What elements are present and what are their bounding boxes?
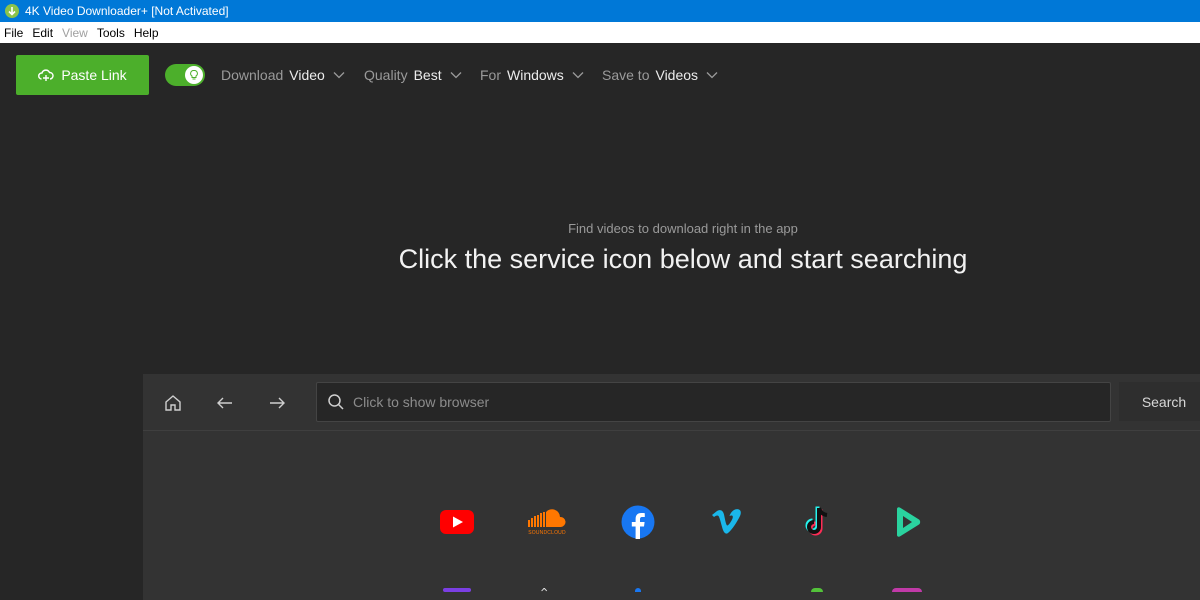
service-row2-item[interactable] (618, 588, 658, 600)
save-location-value: Videos (655, 67, 699, 83)
paste-link-button[interactable]: Paste Link (16, 55, 149, 95)
search-icon (327, 393, 345, 411)
service-icon-partial (892, 588, 922, 592)
chevron-down-icon (572, 72, 584, 79)
menu-file[interactable]: File (0, 26, 28, 40)
toolbar: Paste Link Download Video Quality Best F… (0, 43, 1200, 107)
soundcloud-wordmark: SOUNDCLOUD (528, 529, 566, 536)
download-type-dropdown[interactable]: Download Video (221, 65, 345, 85)
app-logo-icon (5, 4, 19, 18)
paste-link-label: Paste Link (61, 67, 127, 83)
quality-dropdown[interactable]: Quality Best (364, 65, 462, 85)
menu-view[interactable]: View (58, 26, 93, 40)
save-location-label: Save to (602, 67, 650, 83)
home-button[interactable] (161, 391, 185, 415)
tiktok-icon (805, 506, 828, 536)
browser-url-input[interactable]: Click to show browser (316, 382, 1111, 422)
download-type-value: Video (289, 67, 325, 83)
forward-button[interactable] (265, 391, 289, 415)
service-row2-item[interactable] (437, 588, 477, 600)
play-icon (897, 507, 921, 537)
search-button[interactable]: Search (1119, 382, 1200, 421)
soundcloud-icon (528, 508, 566, 527)
arrow-left-icon (217, 397, 232, 409)
back-button[interactable] (213, 391, 237, 415)
service-row2-item[interactable] (797, 588, 837, 600)
lightbulb-icon (190, 70, 198, 80)
service-row2-item[interactable]: ✕ (527, 588, 567, 600)
platform-value: Windows (507, 67, 564, 83)
menu-bar: File Edit View Tools Help (0, 22, 1200, 43)
quality-label: Quality (364, 67, 408, 83)
chevron-down-icon (333, 72, 345, 79)
service-youtube[interactable] (437, 502, 477, 542)
menu-edit[interactable]: Edit (28, 26, 58, 40)
service-tiktok[interactable] (797, 502, 837, 542)
arrow-right-icon (270, 397, 285, 409)
menu-help[interactable]: Help (130, 26, 164, 40)
chevron-down-icon (450, 72, 462, 79)
download-type-label: Download (221, 67, 284, 83)
platform-label: For (480, 67, 501, 83)
chevron-down-icon (706, 72, 718, 79)
platform-dropdown[interactable]: For Windows (480, 65, 584, 85)
youtube-icon (440, 510, 474, 534)
vimeo-icon (712, 509, 741, 534)
window-titlebar: 4K Video Downloader+ [Not Activated] (0, 0, 1200, 22)
home-icon (165, 395, 181, 411)
add-link-icon (38, 67, 54, 83)
service-icon-partial (811, 588, 823, 592)
save-location-dropdown[interactable]: Save to Videos (602, 65, 718, 85)
service-rumble[interactable] (887, 502, 927, 542)
hero-title: Click the service icon below and start s… (398, 244, 968, 274)
browser-panel: Click to show browser Search SOUNDCLOUD (143, 374, 1200, 600)
toggle-knob (185, 66, 203, 84)
service-row2-item[interactable] (887, 588, 927, 600)
hero-subtitle: Find videos to download right in the app (568, 221, 798, 236)
browser-url-placeholder: Click to show browser (353, 394, 490, 410)
service-icon-partial (635, 588, 641, 592)
service-facebook[interactable] (618, 502, 658, 542)
quality-value: Best (413, 67, 442, 83)
window-title: 4K Video Downloader+ [Not Activated] (25, 4, 229, 18)
browser-navbar: Click to show browser Search (143, 374, 1200, 431)
service-icon-partial (443, 588, 471, 592)
service-soundcloud[interactable]: SOUNDCLOUD (527, 502, 567, 542)
service-icon-partial: ✕ (540, 588, 554, 592)
facebook-icon (621, 505, 655, 539)
smart-mode-toggle[interactable] (165, 64, 205, 86)
menu-tools[interactable]: Tools (93, 26, 130, 40)
service-vimeo[interactable] (707, 502, 747, 542)
